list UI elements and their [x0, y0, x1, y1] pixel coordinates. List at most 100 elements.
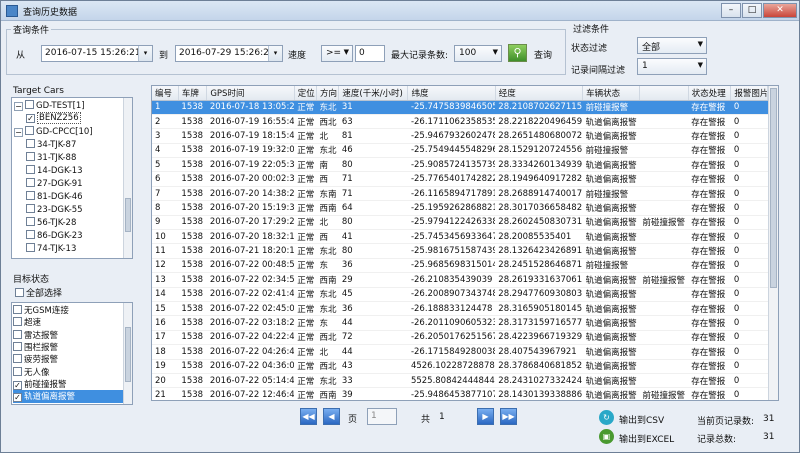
max-records-select[interactable]: 100 ▼ — [454, 45, 502, 62]
scrollbar-thumb[interactable] — [125, 327, 131, 382]
status-item[interactable]: 雷达报警 — [13, 329, 123, 342]
interval-filter-select[interactable]: 1 ▼ — [637, 58, 707, 75]
column-header[interactable]: 速度(千米/小时) — [338, 86, 409, 101]
from-datetime-input[interactable]: 2016-07-15 15:26:21 ▾ — [41, 45, 153, 62]
speed-operator-select[interactable]: >= ▼ — [321, 45, 353, 62]
checkbox-icon[interactable] — [26, 178, 35, 187]
csv-export-icon[interactable]: ↻ — [599, 410, 614, 425]
table-row[interactable]: 12 1538 2016-07-22 00:48:51 正常东 36 -25.968569… — [152, 258, 768, 274]
tree-item[interactable]: 56-TJK-28 — [26, 217, 76, 230]
checkbox-icon[interactable]: ✓ — [13, 393, 22, 403]
column-header[interactable]: 经度 — [495, 86, 584, 101]
checkbox-icon[interactable] — [13, 354, 22, 364]
checkbox-icon[interactable] — [26, 217, 35, 226]
table-row[interactable]: 15 1538 2016-07-22 02:45:06 正常 东北 36 -26.18883… — [152, 301, 768, 317]
table-row[interactable]: 5 1538 2016-07-19 22:05:39 正常南 80 -25.9085724… — [152, 157, 768, 173]
column-header[interactable]: 定位 — [294, 86, 318, 101]
status-item[interactable]: ✓ 轨道偏离报警 — [13, 390, 123, 404]
table-row[interactable]: 9 1538 2016-07-20 17:29:26 正常北 80 -25.9794122… — [152, 215, 768, 231]
status-item[interactable]: 超速 — [13, 316, 123, 329]
table-row[interactable]: 6 1538 2016-07-20 00:02:37 正常西 71 -25.7765401… — [152, 171, 768, 187]
tree-item[interactable]: 81-DGK-46 — [26, 191, 83, 204]
status-item[interactable]: ✓ 前碰撞报警 — [13, 378, 123, 391]
table-row[interactable]: 10 1538 2016-07-20 18:32:13 正常西 41 -25.745345… — [152, 229, 768, 245]
checkbox-icon[interactable] — [26, 230, 35, 239]
tree-item[interactable]: − GD-CPCC[10] — [14, 126, 93, 139]
status-item[interactable]: 无人像 — [13, 366, 123, 379]
first-page-button[interactable]: ◀◀ — [300, 408, 317, 425]
checkbox-icon[interactable] — [25, 100, 34, 109]
checkbox-icon[interactable]: ✓ — [13, 380, 22, 390]
export-csv-button[interactable]: 输出到CSV — [619, 413, 664, 426]
maximize-button[interactable]: □ — [742, 3, 762, 18]
status-scrollbar[interactable] — [123, 303, 132, 404]
table-row[interactable]: 11 1538 2016-07-21 18:20:13 正常 东北 80 -25.98167… — [152, 243, 768, 259]
checkbox-icon[interactable] — [26, 152, 35, 161]
next-page-button[interactable]: ▶ — [477, 408, 494, 425]
column-header[interactable]: 车牌 — [178, 86, 208, 101]
calendar-dropdown-icon[interactable]: ▾ — [138, 46, 152, 61]
prev-page-button[interactable]: ◀ — [323, 408, 340, 425]
table-row[interactable]: 14 1538 2016-07-22 02:41:41 正常 东北 45 -26.20089… — [152, 287, 768, 302]
minimize-button[interactable]: – — [721, 3, 741, 18]
scrollbar-thumb[interactable] — [125, 198, 131, 232]
table-scrollbar[interactable] — [768, 86, 778, 400]
column-header[interactable]: 车辆状态 — [582, 86, 640, 101]
to-datetime-input[interactable]: 2016-07-29 15:26:21 ▾ — [175, 45, 283, 62]
table-row[interactable]: 20 1538 2016-07-22 05:14:46 正常 东北 33 5525.8084… — [152, 373, 768, 389]
checkbox-icon[interactable] — [26, 191, 35, 200]
column-header[interactable]: 报警图片 — [730, 86, 768, 101]
column-header[interactable]: 编号 — [152, 86, 179, 101]
table-row[interactable]: 21 1538 2016-07-22 12:46:48 正常 西南 39 -25.94864… — [152, 387, 768, 400]
close-button[interactable]: ✕ — [763, 3, 797, 18]
tree-item[interactable]: 14-DGK-13 — [26, 165, 83, 178]
table-row[interactable]: 16 1538 2016-07-22 03:18:24 正常东 44 -26.201109… — [152, 315, 768, 331]
checkbox-icon[interactable] — [26, 165, 35, 174]
checkbox-icon[interactable] — [26, 139, 35, 148]
table-row[interactable]: 2 1538 2016-07-19 16:55:41 正常 西北 63 -26.171106… — [152, 114, 768, 130]
status-filter-select[interactable]: 全部 ▼ — [637, 37, 707, 54]
checkbox-icon[interactable] — [13, 341, 22, 351]
table-row[interactable]: 8 1538 2016-07-20 15:19:38 正常 西南 64 -25.195926… — [152, 200, 768, 216]
column-header[interactable]: 方向 — [316, 86, 340, 101]
column-header[interactable]: GPS时间 — [206, 86, 295, 101]
tree-item[interactable]: 34-TJK-87 — [26, 139, 76, 152]
query-button[interactable]: ⚲ — [508, 44, 527, 62]
collapse-icon[interactable]: − — [14, 128, 23, 137]
checkbox-icon[interactable] — [26, 243, 35, 252]
excel-export-icon[interactable]: ▣ — [599, 429, 614, 444]
page-input[interactable]: 1 — [367, 408, 397, 425]
calendar-dropdown-icon[interactable]: ▾ — [268, 46, 282, 61]
checkbox-icon[interactable]: ✓ — [26, 114, 35, 123]
column-header[interactable]: 纬度 — [407, 86, 496, 101]
table-row[interactable]: 1 1538 2016-07-18 13:05:24 正常 东北 31 -25.747583… — [152, 100, 768, 115]
tree-scrollbar[interactable] — [123, 98, 132, 258]
table-row[interactable]: 13 1538 2016-07-22 02:34:51 正常 西南 29 -26.21083… — [152, 272, 768, 288]
speed-input[interactable]: 0 — [355, 45, 385, 62]
select-all-checkbox[interactable]: 全部选择 — [15, 286, 62, 299]
table-row[interactable]: 7 1538 2016-07-20 14:38:21 正常 东南 71 -26.116589… — [152, 186, 768, 202]
checkbox-icon[interactable] — [26, 204, 35, 213]
column-header[interactable]: 状态处理 — [688, 86, 732, 101]
tree-item[interactable]: 31-TJK-88 — [26, 152, 76, 165]
status-item[interactable]: 疲劳报警 — [13, 353, 123, 366]
table-row[interactable]: 4 1538 2016-07-19 19:32:00 正常 东北 46 -25.754944… — [152, 143, 768, 159]
column-header[interactable] — [639, 86, 689, 101]
scrollbar-thumb[interactable] — [770, 88, 777, 288]
collapse-icon[interactable]: − — [14, 102, 23, 111]
tree-item[interactable]: 23-DGK-55 — [26, 204, 83, 217]
tree-item[interactable]: 74-TJK-13 — [26, 243, 76, 256]
tree-item[interactable]: 27-DGK-91 — [26, 178, 83, 191]
checkbox-icon[interactable] — [13, 366, 22, 376]
table-row[interactable]: 19 1538 2016-07-22 04:36:02 正常 西北 43 4526.1022… — [152, 359, 768, 374]
table-row[interactable]: 18 1538 2016-07-22 04:26:47 正常北 44 -26.171584… — [152, 344, 768, 360]
status-item[interactable]: 围栏报警 — [13, 341, 123, 354]
checkbox-icon[interactable] — [13, 329, 22, 339]
tree-item[interactable]: 86-DGK-23 — [26, 230, 83, 243]
export-excel-button[interactable]: 输出到EXCEL — [619, 432, 674, 445]
checkbox-icon[interactable] — [13, 305, 22, 314]
tree-item[interactable]: ✓ BENZ256 — [26, 112, 81, 126]
table-row[interactable]: 3 1538 2016-07-19 18:15:44 正常北 81 -25.9467932… — [152, 128, 768, 144]
checkbox-icon[interactable] — [25, 126, 34, 135]
status-item[interactable]: 无GSM连接 — [13, 304, 123, 317]
